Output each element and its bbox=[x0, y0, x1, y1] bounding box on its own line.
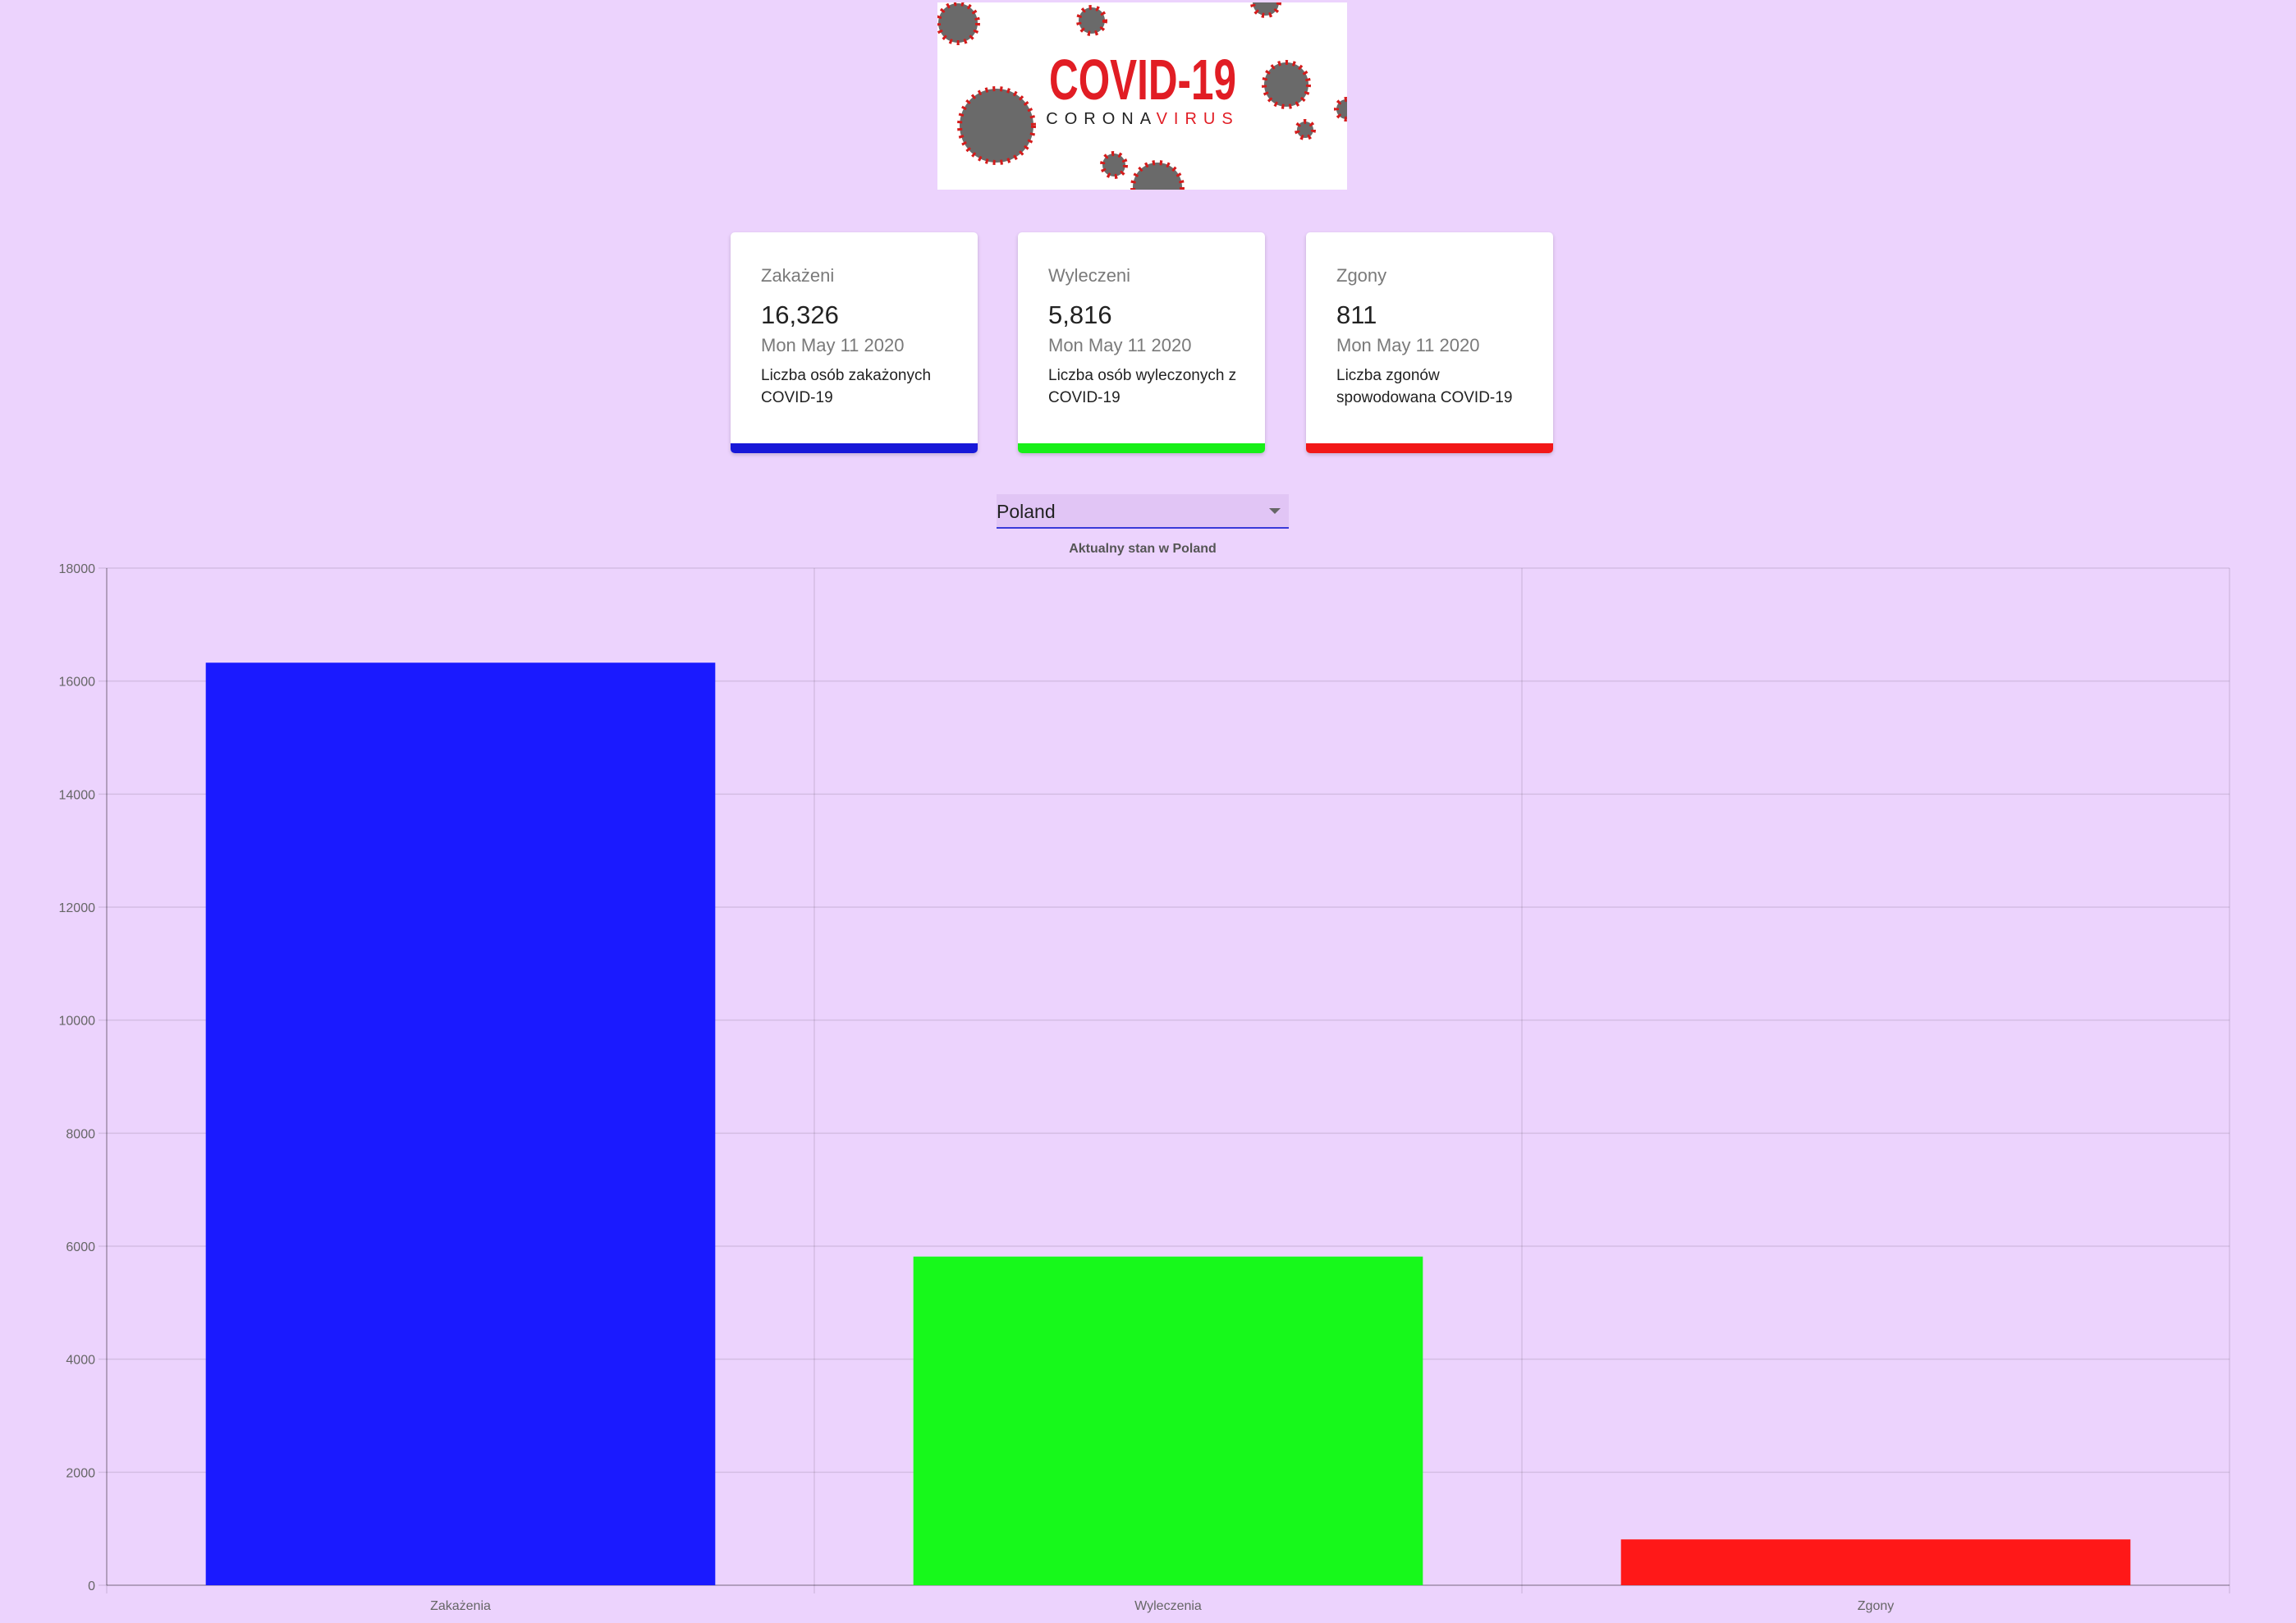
chart-title: Aktualny stan w Poland bbox=[1069, 542, 1217, 556]
bar-3 bbox=[1620, 1539, 2131, 1585]
y-tick-label: 18000 bbox=[59, 562, 96, 576]
country-select-value: Poland bbox=[997, 501, 1056, 522]
card-description: Liczba osób wyleczonych z COVID-19 bbox=[1048, 367, 1237, 406]
y-tick-label: 16000 bbox=[59, 676, 96, 690]
y-tick-label: 6000 bbox=[66, 1240, 95, 1254]
y-tick-label: 12000 bbox=[59, 901, 96, 915]
card-description: Liczba zgonów spowodowana COVID-19 bbox=[1336, 367, 1513, 406]
covid-banner-image: COVID-19 CORONAVIRUS bbox=[937, 2, 1347, 190]
x-tick-label: Wyleczenia bbox=[1134, 1599, 1202, 1613]
card-date: Mon May 11 2020 bbox=[761, 335, 905, 355]
card-date: Mon May 11 2020 bbox=[1336, 335, 1480, 355]
bar-2 bbox=[913, 1256, 1423, 1585]
bar-chart: Aktualny stan w Poland 0 2000 4000 6000 8000 1… bbox=[59, 542, 2230, 1613]
card-value: 811 bbox=[1336, 300, 1377, 329]
y-tick-label: 14000 bbox=[59, 788, 96, 802]
card-recovered: Wyleczeni 5,816 Mon May 11 2020 Liczba o… bbox=[1018, 232, 1265, 453]
card-description: Liczba osób zakażonych COVID-19 bbox=[761, 367, 932, 406]
card-title: Zgony bbox=[1336, 265, 1387, 286]
banner-title: COVID-19 bbox=[1049, 48, 1236, 112]
dropdown-arrow-icon bbox=[1269, 508, 1281, 514]
y-tick-label: 10000 bbox=[59, 1015, 96, 1029]
x-tick-label: Zakażenia bbox=[430, 1599, 491, 1613]
card-color-bar bbox=[731, 443, 978, 453]
y-tick-label: 8000 bbox=[66, 1127, 95, 1141]
country-select[interactable]: Poland bbox=[997, 494, 1289, 529]
bar-1 bbox=[205, 662, 716, 1585]
x-tick-label: Zgony bbox=[1858, 1599, 1894, 1613]
y-tick-label: 2000 bbox=[66, 1466, 95, 1480]
card-title: Zakażeni bbox=[761, 265, 835, 286]
y-tick-label: 4000 bbox=[66, 1354, 95, 1368]
card-value: 16,326 bbox=[761, 300, 839, 329]
card-date: Mon May 11 2020 bbox=[1048, 335, 1192, 355]
card-title: Wyleczeni bbox=[1048, 265, 1131, 286]
card-deaths: Zgony 811 Mon May 11 2020 Liczba zgonów … bbox=[1306, 232, 1553, 453]
card-value: 5,816 bbox=[1048, 300, 1112, 329]
card-color-bar bbox=[1306, 443, 1553, 453]
banner-subtitle: CORONAVIRUS bbox=[1046, 110, 1239, 128]
card-color-bar bbox=[1018, 443, 1265, 453]
card-infected: Zakażeni 16,326 Mon May 11 2020 Liczba o… bbox=[731, 232, 978, 453]
y-tick-label: 0 bbox=[88, 1579, 95, 1593]
